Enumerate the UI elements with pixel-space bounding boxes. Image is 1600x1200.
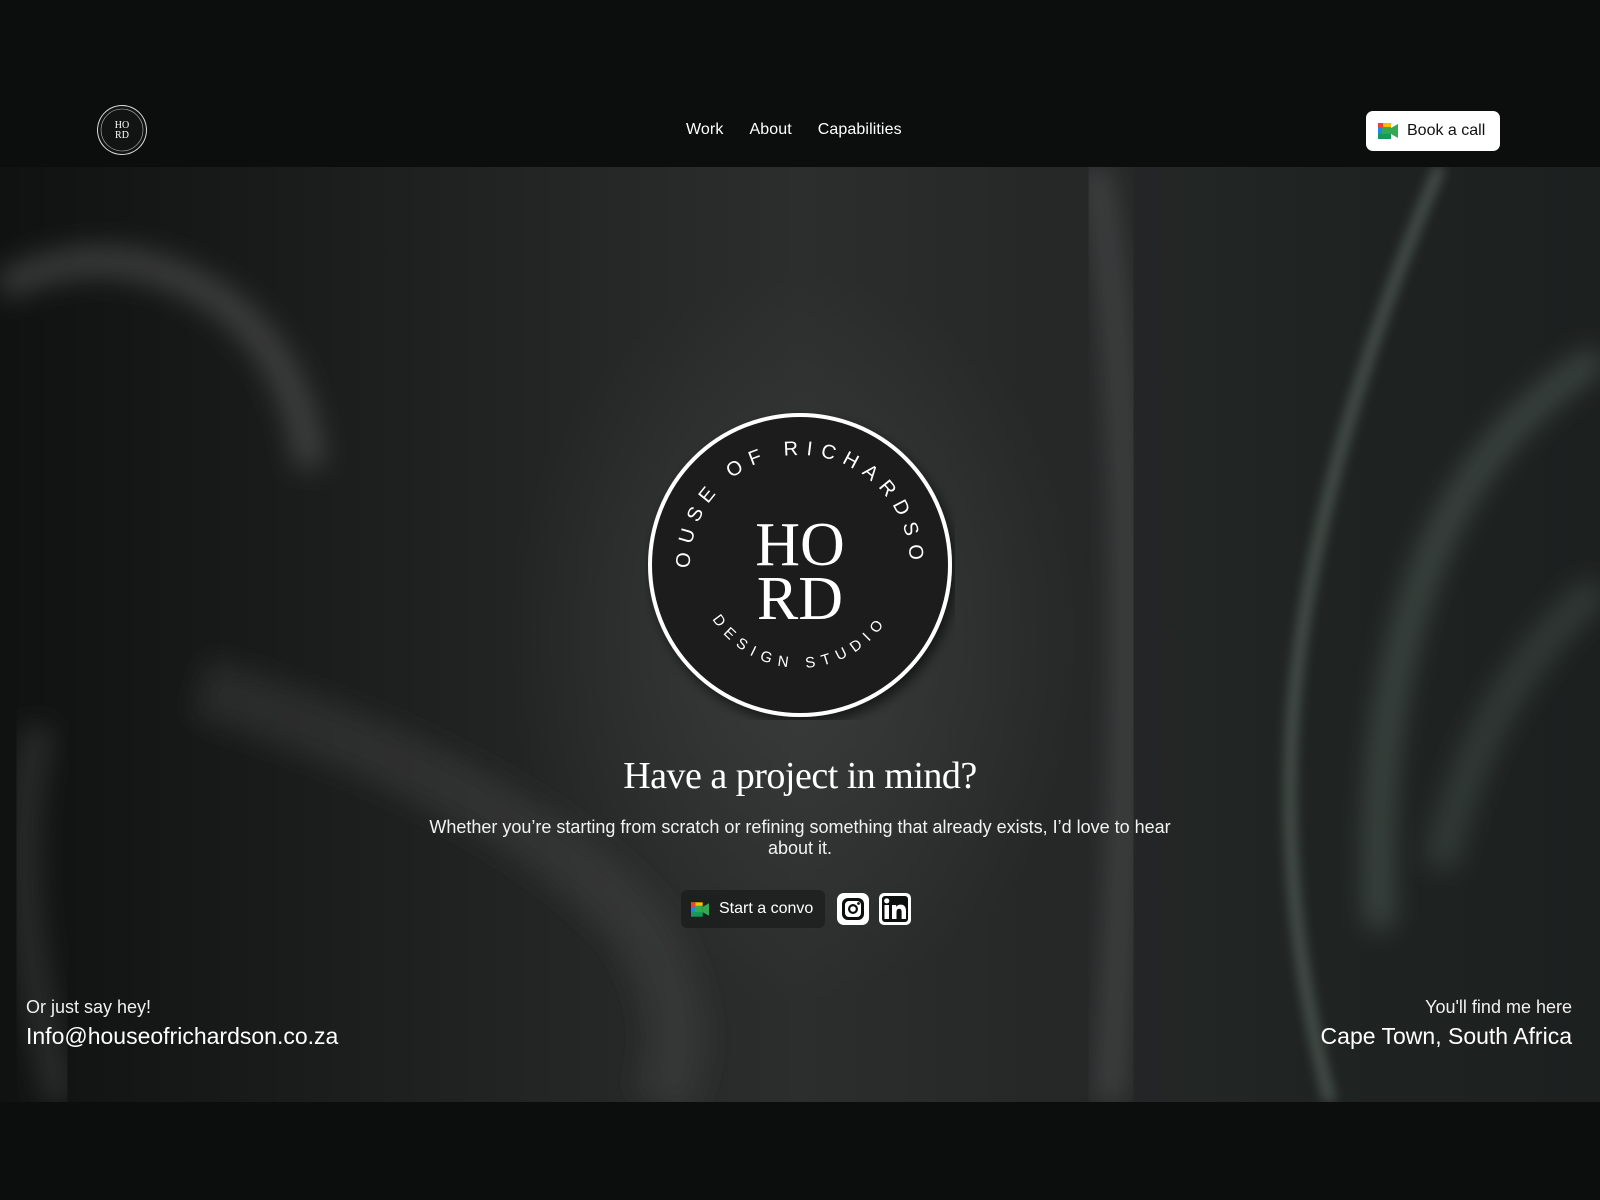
emblem-monogram-bottom: RD bbox=[757, 565, 843, 633]
contact-email-kicker: Or just say hey! bbox=[26, 997, 152, 1017]
book-a-call-button[interactable]: Book a call bbox=[1366, 111, 1500, 151]
instagram-icon[interactable] bbox=[837, 893, 870, 925]
contact-location-block: You'll find me here Cape Town, South Afr… bbox=[1321, 996, 1572, 1050]
main-nav: Work About Capabilities bbox=[686, 121, 902, 139]
hero-headline: Have a project in mind? bbox=[623, 755, 977, 797]
site-header: HO RD Work About Capabilities Book a cal… bbox=[0, 95, 1600, 167]
start-a-convo-label: Start a convo bbox=[719, 900, 814, 917]
contact-email-link[interactable]: Info@houseofrichardson.co.za bbox=[26, 1022, 338, 1050]
contact-location: Cape Town, South Africa bbox=[1320, 1023, 1572, 1049]
page: HO RD Work About Capabilities Book a cal… bbox=[0, 0, 1600, 1200]
nav-item-about[interactable]: About bbox=[749, 121, 791, 139]
contact-email-block: Or just say hey! Info@houseofrichardson.… bbox=[26, 996, 338, 1050]
hero-section: HOUSE OF RICHARDSON DESIGN STUDIO HO RD … bbox=[0, 167, 1600, 1102]
logo-monogram-bottom: RD bbox=[115, 130, 129, 141]
google-meet-icon bbox=[1378, 123, 1398, 139]
brand-emblem: HOUSE OF RICHARDSON DESIGN STUDIO HO RD bbox=[645, 410, 952, 717]
nav-item-work[interactable]: Work bbox=[686, 121, 723, 139]
start-a-convo-button[interactable]: Start a convo bbox=[681, 890, 826, 928]
book-a-call-label: Book a call bbox=[1407, 122, 1486, 139]
google-meet-icon bbox=[691, 901, 709, 917]
hero-subtext: Whether you’re starting from scratch or … bbox=[429, 817, 1171, 858]
cta-row: Start a convo bbox=[681, 889, 912, 929]
hord-monogram-icon: HO RD bbox=[100, 108, 144, 152]
linkedin-icon[interactable] bbox=[879, 893, 912, 925]
contact-location-kicker: You'll find me here bbox=[1425, 997, 1572, 1017]
nav-item-capabilities[interactable]: Capabilities bbox=[818, 121, 902, 139]
site-logo[interactable]: HO RD bbox=[98, 106, 146, 154]
